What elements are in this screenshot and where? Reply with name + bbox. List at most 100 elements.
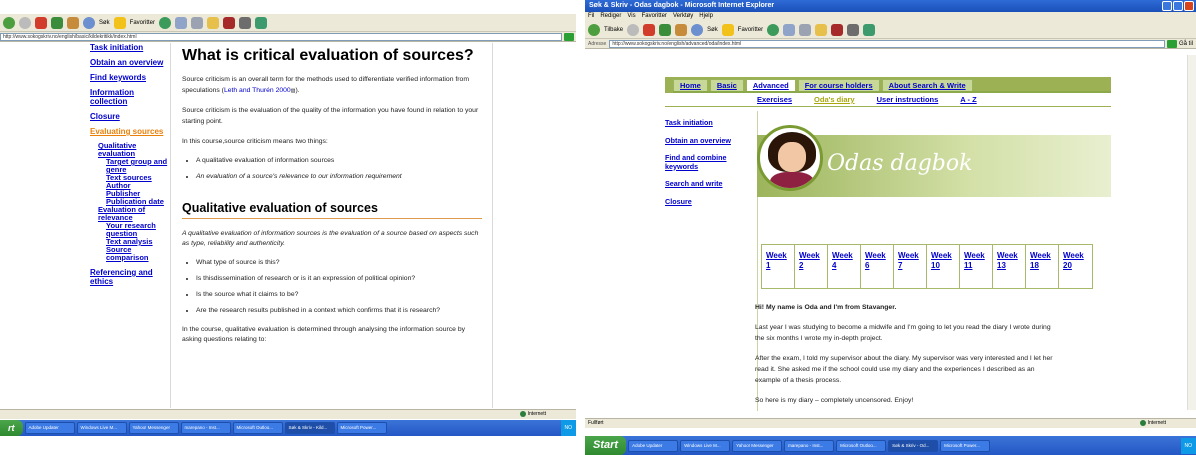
menu-item[interactable]: Rediger (600, 12, 621, 21)
research-icon[interactable] (847, 23, 860, 36)
menu-item[interactable]: Vis (627, 12, 635, 21)
go-button[interactable] (564, 32, 574, 41)
home-icon[interactable] (675, 23, 688, 36)
favorites-label[interactable]: Favoritter (130, 20, 155, 26)
week-link[interactable]: Week 1 (762, 245, 795, 288)
favorites-icon[interactable] (113, 16, 126, 29)
messenger-icon[interactable] (831, 23, 844, 36)
history-icon[interactable] (767, 23, 780, 36)
taskbar-item[interactable]: marepano - Inst... (180, 422, 231, 434)
go-button[interactable] (1166, 39, 1177, 48)
tab-about-search-write[interactable]: About Search & Write (881, 79, 973, 91)
taskbar-item[interactable]: Adobe Updater (24, 422, 75, 434)
back-icon[interactable] (3, 16, 15, 29)
sidebar-item[interactable]: Search and write (665, 179, 745, 189)
subnav-item[interactable]: Oda's diary (814, 93, 855, 106)
people-icon[interactable] (255, 16, 268, 29)
print-icon[interactable] (191, 16, 204, 29)
sidebar-item[interactable]: Qualitative evaluation (98, 142, 170, 158)
search-label[interactable]: Søk (707, 27, 718, 33)
sidebar-item[interactable]: Task initiation (665, 118, 745, 128)
maximize-icon[interactable] (1173, 1, 1183, 11)
taskbar-item[interactable]: Adobe Updater (628, 439, 679, 452)
reference-link[interactable]: Leth and Thurén 2000 (224, 87, 291, 94)
refresh-icon[interactable] (51, 16, 63, 29)
close-icon[interactable] (1184, 1, 1194, 11)
taskbar-item[interactable]: Yahoo! Messenger (128, 422, 179, 434)
search-icon[interactable] (691, 23, 704, 36)
tab-basic[interactable]: Basic (709, 79, 744, 91)
taskbar-item[interactable]: Søk & Skriv - Kild... (284, 422, 335, 434)
sidebar-item[interactable]: Evaluation of relevance (98, 206, 170, 222)
taskbar-item[interactable]: Microsoft Outloo... (232, 422, 283, 434)
sidebar-item[interactable]: Find and combine keywords (665, 153, 745, 171)
sidebar-item[interactable]: Your research question (106, 222, 170, 238)
subnav-item[interactable]: Exercises (757, 93, 792, 106)
address-input[interactable]: http://www.sokogskriv.no/english/basic/k… (0, 32, 562, 41)
week-link[interactable]: Week 7 (894, 245, 927, 288)
go-label[interactable]: Gå til (1179, 41, 1196, 47)
edit-icon[interactable] (815, 23, 828, 36)
print-icon[interactable] (799, 23, 812, 36)
tab-home[interactable]: Home (673, 79, 708, 91)
taskbar-item[interactable]: Yahoo! Messenger (732, 439, 783, 452)
taskbar-item[interactable]: Windows Live M... (680, 439, 731, 452)
sidebar-item[interactable]: Obtain an overview (90, 58, 170, 67)
week-link[interactable]: Week 4 (828, 245, 861, 288)
taskbar-item[interactable]: Microsoft Power... (940, 439, 991, 452)
subnav-item[interactable]: User instructions (877, 93, 939, 106)
minimize-icon[interactable] (1162, 1, 1172, 11)
mail-icon[interactable] (783, 23, 796, 36)
week-link[interactable]: Week 18 (1026, 245, 1059, 288)
forward-icon[interactable] (627, 23, 640, 36)
mail-icon[interactable] (175, 16, 188, 29)
week-link[interactable]: Week 13 (993, 245, 1026, 288)
taskbar-item[interactable]: Windows Live M... (76, 422, 127, 434)
menu-item[interactable]: Hjelp (699, 12, 713, 21)
search-label[interactable]: Søk (99, 20, 110, 26)
home-icon[interactable] (67, 16, 79, 29)
sidebar-item[interactable]: Information collection (90, 88, 170, 106)
sidebar-item[interactable]: Closure (90, 112, 170, 121)
week-link[interactable]: Week 20 (1059, 245, 1092, 288)
tab-for-course-holders[interactable]: For course holders (797, 79, 880, 91)
people-icon[interactable] (863, 23, 876, 36)
menu-item[interactable]: Favoritter (642, 12, 667, 21)
address-input[interactable]: http://www.sokogskriv.no/english/advance… (609, 39, 1165, 48)
taskbar-item[interactable]: Microsoft Power... (336, 422, 387, 434)
stop-icon[interactable] (35, 16, 47, 29)
subnav-item[interactable]: A - Z (960, 93, 976, 106)
history-icon[interactable] (159, 16, 172, 29)
week-link[interactable]: Week 10 (927, 245, 960, 288)
start-button[interactable]: rt (0, 420, 23, 436)
sidebar-item[interactable]: Obtain an overview (665, 136, 745, 146)
favorites-icon[interactable] (721, 23, 734, 36)
start-button[interactable]: Start (585, 436, 627, 455)
refresh-icon[interactable] (659, 23, 672, 36)
stop-icon[interactable] (643, 23, 656, 36)
research-icon[interactable] (239, 16, 252, 29)
sidebar-item[interactable]: Find keywords (90, 73, 170, 82)
week-link[interactable]: Week 2 (795, 245, 828, 288)
search-icon[interactable] (83, 16, 95, 29)
week-link[interactable]: Week 6 (861, 245, 894, 288)
sidebar-item[interactable]: Task initiation (90, 43, 170, 52)
sidebar-item[interactable]: Referencing and ethics (90, 268, 170, 286)
taskbar-item[interactable]: Microsoft Outloo... (836, 439, 887, 452)
vertical-scrollbar[interactable] (1187, 55, 1196, 410)
taskbar-item[interactable]: Søk & Skriv - Od... (888, 439, 939, 452)
back-icon[interactable] (588, 23, 600, 36)
sidebar-item[interactable]: Evaluating sources (90, 127, 170, 136)
forward-icon[interactable] (19, 16, 31, 29)
taskbar-item[interactable]: marepano - Inst... (784, 439, 835, 452)
sidebar-item[interactable]: Source comparison (106, 246, 170, 262)
edit-icon[interactable] (207, 16, 220, 29)
menu-item[interactable]: Fil (588, 12, 594, 21)
tab-advanced[interactable]: Advanced (745, 79, 796, 91)
back-label[interactable]: Tilbake (604, 27, 623, 33)
menu-item[interactable]: Verktøy (673, 12, 693, 21)
sidebar-item[interactable]: Target group and genre (106, 158, 170, 174)
sidebar-item[interactable]: Closure (665, 197, 745, 207)
week-link[interactable]: Week 11 (960, 245, 993, 288)
favorites-label[interactable]: Favoritter (738, 27, 763, 33)
